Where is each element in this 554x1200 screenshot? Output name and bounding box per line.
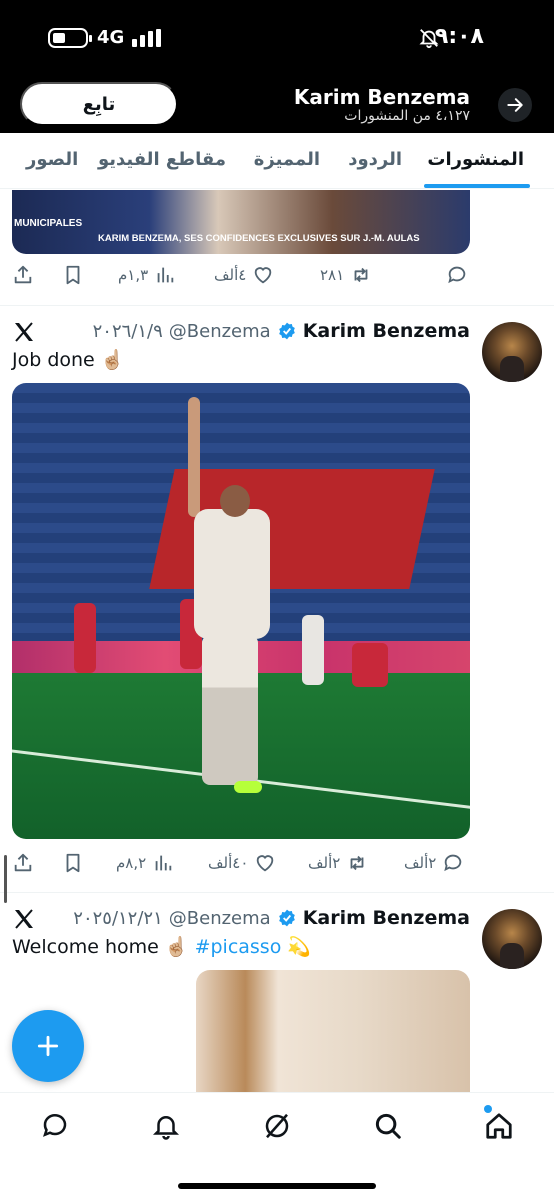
post-actions: ٨,٢م ٤٠ألف ٢ألف ٢ألف	[0, 844, 554, 884]
signal-icon	[132, 29, 162, 47]
status-time: ٩:٠٨	[434, 24, 484, 49]
likes-count: ٤ألف	[214, 266, 247, 284]
profile-name: Karim Benzema	[293, 85, 470, 109]
verified-badge-icon	[278, 322, 295, 340]
bookmark-icon	[66, 853, 80, 873]
posts-count: ٤،١٢٧ من المنشورات	[344, 108, 470, 124]
scrollbar[interactable]	[4, 855, 7, 903]
like-button[interactable]: ٤٠ألف	[208, 852, 276, 874]
media-logo: MUNICIPALES	[14, 218, 83, 229]
verified-badge-icon	[278, 909, 295, 927]
reply-button[interactable]	[446, 264, 468, 286]
bookmark-button[interactable]	[62, 264, 84, 286]
media-caption: KARIM BENZEMA, SES CONFIDENCES EXCLUSIVE…	[98, 233, 420, 244]
compose-button[interactable]	[12, 1010, 84, 1082]
avatar[interactable]	[482, 322, 542, 382]
repost-icon	[350, 855, 364, 871]
post-photo[interactable]	[196, 970, 470, 1092]
tab-highlights[interactable]: المميزة	[254, 149, 320, 170]
avatar[interactable]	[482, 909, 542, 969]
post-author[interactable]: Karim Benzema	[303, 320, 470, 342]
home-indicator	[178, 1183, 376, 1189]
views-button[interactable]: ٨,٢م	[116, 852, 174, 874]
messages-icon[interactable]	[40, 1111, 70, 1141]
repost-icon	[354, 267, 368, 283]
tab-videos[interactable]: مقاطع الفيديو	[98, 149, 226, 170]
reply-icon	[444, 854, 462, 872]
reposts-count: ٢٨١	[320, 266, 345, 284]
x-logo-icon	[15, 909, 33, 929]
post-handle[interactable]: @Benzema	[169, 321, 271, 342]
post-actions: ١,٣م ٤ألف ٢٨١	[0, 256, 554, 296]
notifications-icon[interactable]	[151, 1111, 181, 1141]
post-header: ٢٠٢٥/١٢/٢١ @Benzema Karim Benzema	[73, 907, 470, 929]
post-header: ٢٠٢٦/١/٩ @Benzema Karim Benzema	[93, 320, 470, 342]
share-button[interactable]	[12, 264, 34, 286]
hashtag-link[interactable]: #picasso	[195, 936, 282, 958]
top-bar: 4G ٩:٠٨ تابِع Karim Benzema ٤،١٢٧ من الم…	[0, 0, 554, 133]
reply-button[interactable]: ٢ألف	[404, 852, 464, 874]
bookmark-button[interactable]	[62, 852, 84, 874]
arrow-right-icon	[507, 98, 523, 112]
post-handle[interactable]: @Benzema	[169, 908, 271, 929]
post-text: Job done ☝🏼	[12, 349, 125, 371]
post-photo[interactable]	[12, 383, 470, 839]
views-count: ٨,٢م	[116, 854, 147, 872]
back-button[interactable]	[498, 88, 532, 122]
views-icon	[155, 855, 172, 871]
reply-icon	[448, 266, 466, 284]
post-text-body: Welcome home ☝🏼	[12, 936, 189, 958]
plus-icon	[37, 1035, 59, 1057]
like-button[interactable]: ٤ألف	[214, 264, 274, 286]
repost-button[interactable]: ٢ألف	[308, 852, 368, 874]
search-icon[interactable]	[373, 1111, 403, 1141]
tab-photos[interactable]: الصور	[26, 149, 78, 170]
heart-icon	[255, 267, 272, 284]
follow-button[interactable]: تابِع	[20, 82, 178, 126]
post-date: ٢٠٢٥/١٢/٢١	[73, 907, 163, 929]
share-button[interactable]	[12, 852, 34, 874]
profile-tabs: المنشورات الردود المميزة مقاطع الفيديو ا…	[0, 133, 554, 189]
views-count: ١,٣م	[118, 266, 149, 284]
status-bar: 4G ٩:٠٨	[0, 18, 554, 58]
network-type: 4G	[97, 27, 125, 48]
heart-icon	[257, 855, 274, 872]
x-logo-icon	[15, 322, 33, 342]
grok-icon[interactable]	[262, 1111, 292, 1141]
post-author[interactable]: Karim Benzema	[303, 907, 470, 929]
post-media-video[interactable]: MUNICIPALES KARIM BENZEMA, SES CONFIDENC…	[12, 190, 470, 254]
bookmark-icon	[66, 265, 80, 285]
views-button[interactable]: ١,٣م	[118, 264, 176, 286]
post[interactable]: ٢٠٢٦/١/٩ @Benzema Karim Benzema Job done…	[0, 306, 554, 892]
likes-count: ٤٠ألف	[208, 854, 249, 872]
reposts-count: ٢ألف	[308, 854, 341, 872]
views-icon	[157, 267, 174, 283]
tab-posts[interactable]: المنشورات	[427, 149, 524, 170]
home-notification-dot	[484, 1105, 492, 1113]
share-icon	[14, 853, 32, 872]
post-text-emoji: 💫	[287, 936, 312, 958]
replies-count: ٢ألف	[404, 854, 437, 872]
active-tab-indicator	[424, 184, 530, 188]
repost-button[interactable]: ٢٨١	[320, 264, 372, 286]
share-icon	[14, 265, 32, 284]
home-icon[interactable]	[484, 1111, 514, 1141]
timeline[interactable]: MUNICIPALES KARIM BENZEMA, SES CONFIDENC…	[0, 190, 554, 1092]
post[interactable]: ٢٠٢٥/١٢/٢١ @Benzema Karim Benzema Welcom…	[0, 893, 554, 1092]
post-text: Welcome home ☝🏼 #picasso 💫	[12, 935, 311, 958]
tab-replies[interactable]: الردود	[348, 149, 402, 170]
post-date: ٢٠٢٦/١/٩	[92, 320, 163, 342]
battery-icon	[48, 28, 92, 48]
